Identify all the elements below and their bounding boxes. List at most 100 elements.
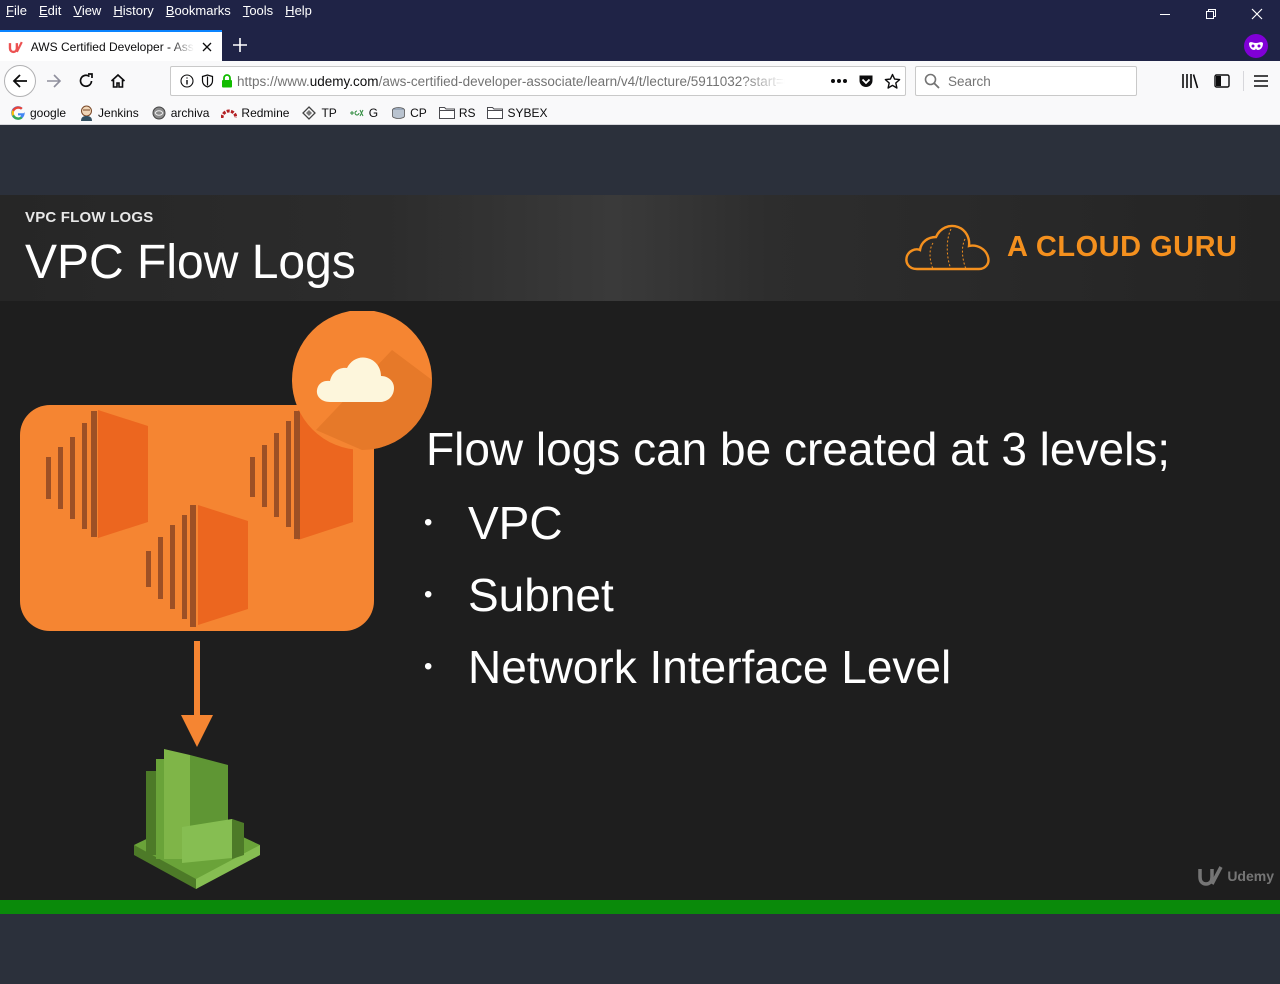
folder-icon [487,105,504,121]
arrow-right-icon [47,74,62,88]
g-icon [349,105,365,121]
bookmark-jenkins[interactable]: Jenkins [78,105,139,121]
menu-history[interactable]: History [107,2,159,20]
folder-icon [438,105,455,121]
bookmark-label: TP [321,105,337,120]
toolbar-separator [1243,71,1244,91]
bookmark-label: SYBEX [507,105,548,120]
reload-button[interactable] [72,67,100,95]
url-text: https://www.udemy.com/aws-certified-deve… [237,74,785,89]
bullet-text: Subnet [468,569,614,621]
tab-close-button[interactable] [200,40,214,54]
brand-name: A CLOUD GURU [1007,230,1238,263]
pocket-icon[interactable] [858,73,874,89]
udemy-logo-icon [1198,866,1223,886]
bullet-item: • VPC [424,487,951,559]
tab-active[interactable]: AWS Certified Developer - Associate [0,30,222,61]
udemy-watermark: Udemy [1197,865,1274,887]
hamburger-menu-icon [1254,75,1268,87]
info-icon[interactable] [180,74,194,88]
new-tab-button[interactable] [226,33,254,57]
bookmark-label: RS [458,105,476,120]
restore-icon [1206,9,1216,19]
url-bar[interactable]: https://www.udemy.com/aws-certified-deve… [170,66,906,96]
bookmark-label: google [30,105,67,120]
menu-file[interactable]: File [0,2,33,20]
bookmark-label: Redmine [241,105,290,120]
lecture-video-frame[interactable]: VPC FLOW LOGS VPC Flow Logs A CLOUD GURU [0,195,1280,900]
bullet-list: • VPC • Subnet • Network Interface Level [424,487,951,703]
menu-bookmarks[interactable]: Bookmarks [160,2,237,20]
video-progress-bar[interactable] [0,900,1280,914]
plus-icon [233,38,247,52]
bullet-item: • Network Interface Level [424,631,951,703]
archiva-icon [151,105,167,121]
bookmark-tp[interactable]: TP [301,105,337,121]
bookmarks-toolbar: google Jenkins archiva Redmine TP G CP R… [0,101,1280,125]
minimize-icon [1160,14,1170,15]
url-path: /aws-certified-developer-associate/learn… [378,73,785,89]
close-window-button[interactable] [1234,0,1280,28]
sidebar-button[interactable] [1208,67,1236,95]
bullet-dot: • [424,509,433,536]
bookmark-folder-rs[interactable]: RS [438,105,476,121]
tracking-shield-icon[interactable] [201,74,214,88]
nav-bar: https://www.udemy.com/aws-certified-deve… [0,61,1280,101]
cp-icon [390,105,406,121]
ec2-instances-illustration [20,311,432,631]
bookmark-archiva[interactable]: archiva [151,105,210,121]
window-controls [1142,0,1280,28]
cloud-logo-icon [905,224,990,271]
redmine-icon [221,105,238,121]
bullet-dot: • [424,581,433,608]
bookmark-folder-sybex[interactable]: SYBEX [487,105,548,121]
minimize-button[interactable] [1142,0,1188,28]
menu-help[interactable]: Help [279,2,318,20]
close-icon [202,42,212,51]
video-page: VPC FLOW LOGS VPC Flow Logs A CLOUD GURU [0,125,1280,984]
menu-view[interactable]: View [67,2,107,20]
private-browsing-icon [1244,34,1268,58]
bullet-text: Network Interface Level [468,641,952,693]
restore-button[interactable] [1188,0,1234,28]
bookmark-label: Jenkins [98,105,139,120]
search-bar[interactable]: Search [915,66,1137,96]
udemy-favicon-icon [8,41,23,53]
bookmark-g[interactable]: G [349,105,378,121]
bookmark-label: G [368,105,379,120]
menu-edit[interactable]: Edit [33,2,67,20]
brand-logo: A CLOUD GURU [903,221,1237,273]
reload-icon [79,73,93,88]
bookmark-redmine[interactable]: Redmine [221,105,289,121]
library-button[interactable] [1176,67,1204,95]
title-bar: File Edit View History Bookmarks Tools H… [0,0,1280,28]
bullet-item: • Subnet [424,559,951,631]
lock-icon[interactable] [221,74,233,88]
bookmark-label: CP [410,105,427,120]
bookmark-google[interactable]: google [10,105,66,121]
close-icon [1251,8,1263,20]
page-actions-icon[interactable] [830,78,848,84]
home-icon [110,73,126,88]
url-host: udemy.com [309,73,379,89]
url-actions [830,67,901,95]
menu-tools[interactable]: Tools [237,2,279,20]
arrow-left-icon [12,74,27,88]
bookmark-cp[interactable]: CP [390,105,427,121]
home-button[interactable] [104,67,132,95]
url-prefix: https://www. [237,73,310,89]
search-placeholder: Search [948,73,991,89]
library-icon [1182,74,1199,89]
tab-title: AWS Certified Developer - Associate [30,39,194,54]
slide-title: VPC Flow Logs [25,236,356,289]
tab-strip: AWS Certified Developer - Associate [0,28,1280,61]
back-button[interactable] [4,65,36,97]
udemy-watermark-text: Udemy [1227,868,1274,884]
cloudwatch-logs-icon [134,749,260,889]
search-icon [924,73,940,89]
star-bookmark-icon[interactable] [884,73,901,90]
forward-button[interactable] [40,67,68,95]
main-menu-button[interactable] [1247,67,1275,95]
bookmark-label: archiva [170,105,210,120]
jenkins-icon [78,105,94,121]
